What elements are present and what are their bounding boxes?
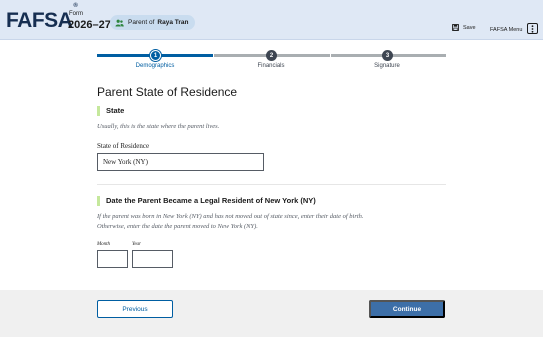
student-name: Raya Tran <box>157 19 189 26</box>
state-of-residence-label: State of Residence <box>97 142 150 150</box>
parent-prefix: Parent of <box>128 19 155 26</box>
step-label-signature: Signature <box>374 63 400 69</box>
save-button[interactable]: Save <box>452 24 476 31</box>
fafsa-menu-button[interactable]: FAFSA Menu <box>490 23 539 35</box>
year-label: Year <box>132 242 141 247</box>
parent-role-badge: Parent of Raya Tran <box>110 15 196 30</box>
form-year: 2026–27 <box>68 19 111 31</box>
month-input[interactable] <box>97 250 128 268</box>
save-label: Save <box>463 24 476 31</box>
month-label: Month <box>97 242 111 247</box>
menu-label: FAFSA Menu <box>490 26 523 33</box>
step-indicator-signature: 3 <box>382 50 393 61</box>
footer-bar <box>0 290 543 337</box>
step-label-demographics: Demographics <box>135 63 175 69</box>
state-of-residence-input[interactable] <box>97 153 264 171</box>
form-label: Form <box>69 11 83 17</box>
step-indicator-demographics: 1 <box>150 50 161 61</box>
step-indicator-financials: 2 <box>266 50 277 61</box>
page-title: Parent State of Residence <box>97 85 238 99</box>
more-vertical-icon <box>527 23 539 34</box>
section-divider <box>97 184 446 185</box>
residency-date-heading: Date the Parent Became a Legal Resident … <box>97 196 316 206</box>
year-input[interactable] <box>132 250 173 268</box>
residency-date-hint-line-2: Otherwise, enter the date the parent mov… <box>97 223 258 230</box>
continue-button[interactable]: Continue <box>369 300 445 318</box>
parent-users-icon <box>115 19 124 27</box>
residency-date-hint: If the parent was born in New York (NY) … <box>97 212 437 232</box>
logo-text: FAFSA <box>6 9 73 32</box>
app-header: FAFSA® Form 2026–27 Parent of Raya Tran … <box>0 0 543 40</box>
fafsa-logo[interactable]: FAFSA® <box>6 3 78 33</box>
residency-date-hint-line-1: If the parent was born in New York (NY) … <box>97 213 364 220</box>
save-icon <box>452 24 459 31</box>
state-hint: Usually, this is the state where the par… <box>97 123 220 130</box>
step-label-financials: Financials <box>257 63 285 69</box>
previous-button[interactable]: Previous <box>97 300 173 318</box>
registered-mark: ® <box>73 3 78 9</box>
state-section-heading: State <box>97 106 124 116</box>
progress-stepper: 1 2 3 Demographics Financials Signature <box>97 49 446 73</box>
